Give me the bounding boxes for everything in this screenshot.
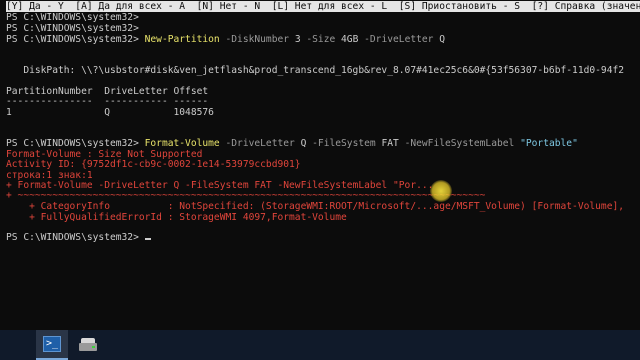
argument: FAT xyxy=(381,138,399,149)
table-row: 1 Q 1048576 xyxy=(6,107,214,118)
parameter: -DriveLetter xyxy=(358,34,440,45)
taskbar: >_ xyxy=(0,330,640,360)
parameter: -DiskNumber xyxy=(219,34,295,45)
format-volume-command-line: PS C:\WINDOWS\system32> Format-Volume -D… xyxy=(6,138,578,149)
powershell-icon: >_ xyxy=(43,336,61,352)
pointer-highlight xyxy=(430,180,452,202)
taskbar-drive-button[interactable] xyxy=(72,330,104,360)
parameter: -NewFileSystemLabel xyxy=(398,138,521,149)
error-activity-id: Activity ID: {9752df1c-cb9c-0002-1e14-53… xyxy=(6,159,301,170)
prompt-text: PS C:\WINDOWS\system32> xyxy=(6,232,145,243)
error-underline: + ~~~~~~~~~~~~~~~~~~~~~~~~~~~~~~~~~~~~~~… xyxy=(6,190,486,201)
prompt-line: PS C:\WINDOWS\system32> xyxy=(6,12,139,23)
argument: 4GB xyxy=(341,34,359,45)
confirm-prompt-bar: [Y] Да - Y [A] Да для всех - A [N] Нет -… xyxy=(6,1,640,12)
taskbar-powershell-button[interactable]: >_ xyxy=(36,330,68,360)
string-argument: "Portable" xyxy=(520,138,578,149)
prompt-line: PS C:\WINDOWS\system32> xyxy=(6,23,139,34)
table-separator: --------------- ----------- ------ xyxy=(6,96,209,107)
parameter: -DriveLetter xyxy=(219,138,301,149)
cmdlet-name: Format-Volume xyxy=(144,138,220,149)
text-cursor xyxy=(144,238,151,240)
error-fully-qualified-id: + FullyQualifiedErrorId : StorageWMI 409… xyxy=(6,212,347,223)
argument: Q xyxy=(439,34,446,45)
active-prompt-line[interactable]: PS C:\WINDOWS\system32> xyxy=(6,232,151,243)
parameter: -FileSystem xyxy=(306,138,382,149)
error-category-info: + CategoryInfo : NotSpecified: (StorageW… xyxy=(6,201,625,212)
powershell-console[interactable]: [Y] Да - Y [A] Да для всех - A [N] Нет -… xyxy=(0,0,640,330)
prompt-text: PS C:\WINDOWS\system32> xyxy=(6,138,145,149)
new-partition-command-line: PS C:\WINDOWS\system32> New-Partition -D… xyxy=(6,34,445,45)
cmdlet-name: New-Partition xyxy=(144,34,220,45)
drive-icon xyxy=(79,338,97,352)
disk-path-line: DiskPath: \\?\usbstor#disk&ven_jetflash&… xyxy=(6,65,625,76)
prompt-text: PS C:\WINDOWS\system32> xyxy=(6,34,145,45)
parameter: -Size xyxy=(300,34,342,45)
